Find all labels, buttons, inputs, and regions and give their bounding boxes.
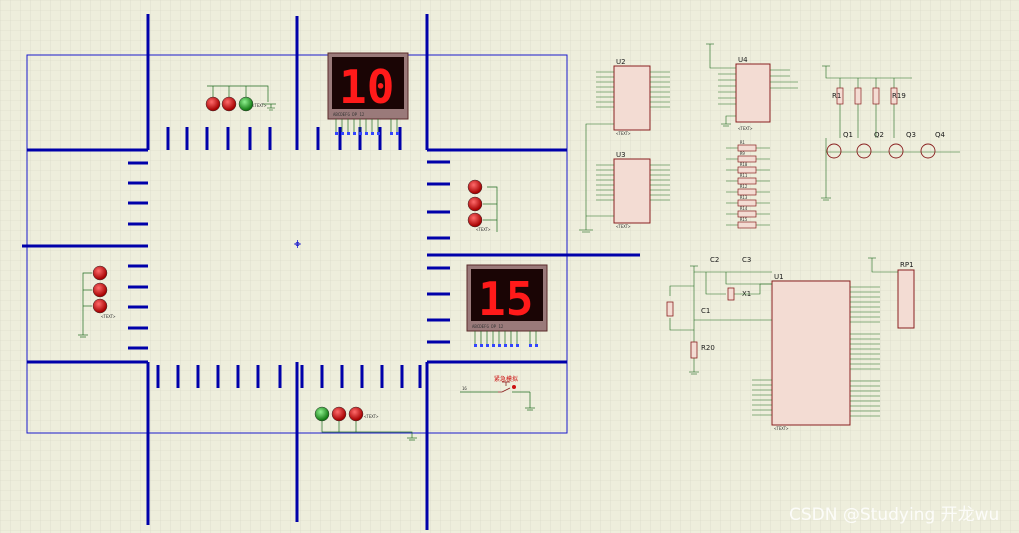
r1-label: R1 [832,92,841,100]
schematic-canvas[interactable]: 10 ABCDEFG DP 12 15 ABCDEFG DP 12 <TEXT>… [0,0,1019,533]
chip-u1-label: U1 [774,273,784,281]
led-green-icon [238,96,254,112]
resistor-label: R1 [740,140,745,145]
display-top-pins: ABCDEFG DP 12 [333,112,365,117]
chip-u3-label: U3 [616,151,626,159]
led-green-icon [314,406,330,422]
emergency-net: 16 [462,386,467,391]
led-red-icon [331,406,347,422]
led-red-icon [467,196,483,212]
resistor-label: R14 [740,206,748,211]
c1-label: C1 [701,307,710,315]
led-red-icon [467,212,483,228]
c2-label: C2 [710,256,719,264]
led-red-icon [205,96,221,112]
text-placeholder: <TEXT> [101,314,116,319]
r20-label: R20 [701,344,715,352]
resistor-label: R11 [740,173,748,178]
q2-label: Q2 [874,131,884,139]
c3-label: C3 [742,256,751,264]
led-red-icon [467,179,483,195]
display-right-pins: ABCDEFG DP 12 [472,324,504,329]
text-placeholder: <TEXT> [738,126,753,131]
text-placeholder: <TEXT> [364,414,379,419]
q4-label: Q4 [935,131,946,139]
chip-u2-label: U2 [616,58,626,66]
resistor-label: R9 [740,151,745,156]
display-top-value: 10 [339,60,394,114]
text-placeholder: <TEXT> [774,426,789,431]
r19-label: R19 [892,92,906,100]
resistor-label: R12 [740,184,748,189]
led-red-icon [221,96,237,112]
led-red-icon [348,406,364,422]
q3-label: Q3 [906,131,916,139]
resistor-label: R10 [740,162,748,167]
resistor-label: R13 [740,195,748,200]
watermark: CSDN @Studying 开龙wu [789,505,999,525]
chip-u4-label: U4 [738,56,748,64]
resistor-label: R15 [740,217,748,222]
text-placeholder: <TEXT> [616,131,631,136]
led-red-icon [92,282,108,298]
led-red-icon [92,265,108,281]
led-red-icon [92,298,108,314]
text-placeholder: <TEXT> [252,103,267,108]
text-placeholder: <TEXT> [476,227,491,232]
q1-label: Q1 [843,131,853,139]
rp1-label: RP1 [900,261,914,269]
display-right-value: 15 [478,272,533,326]
text-placeholder: <TEXT> [616,224,631,229]
